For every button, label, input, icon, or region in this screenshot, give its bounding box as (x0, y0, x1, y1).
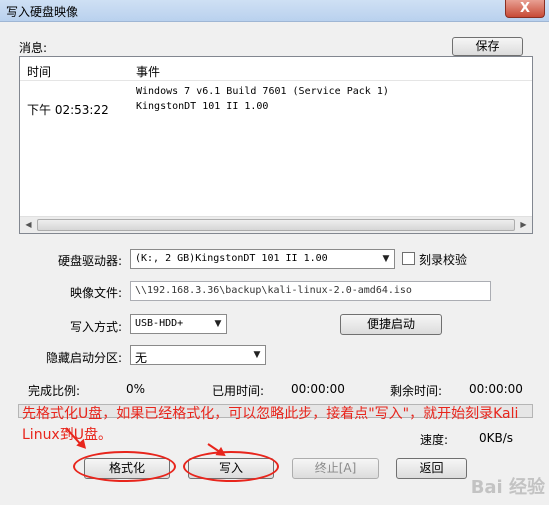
back-button[interactable]: 返回 (396, 458, 467, 479)
hidden-partition-label: 隐藏启动分区: (46, 351, 123, 365)
log-row-time: 下午 02:53:22 (27, 103, 109, 117)
quick-boot-button[interactable]: 便捷启动 (340, 314, 442, 335)
verify-checkbox[interactable] (402, 252, 415, 265)
chevron-down-icon[interactable]: ▼ (378, 250, 394, 268)
chevron-down-icon[interactable]: ▼ (210, 315, 226, 333)
percent-label: 完成比例: (28, 384, 81, 398)
drive-select[interactable]: (K:, 2 GB)KingstonDT 101 II 1.00 ▼ (130, 249, 395, 269)
elapsed-value: 00:00:00 (291, 382, 345, 396)
hidden-partition-select[interactable]: 无 ▼ (130, 345, 266, 365)
verify-label: 刻录校验 (419, 253, 468, 267)
image-file-value: \\192.168.3.36\backup\kali-linux-2.0-amd… (135, 285, 412, 296)
log-label: 消息: (19, 41, 48, 55)
write-disk-image-dialog: 写入硬盘映像 X 消息: 保存 时间 事件 Windows 7 v6.1 Bui… (0, 0, 549, 505)
write-method-value: USB-HDD+ (135, 318, 184, 329)
window-title: 写入硬盘映像 (6, 5, 79, 19)
image-file-label: 映像文件: (70, 286, 123, 300)
hidden-partition-value: 无 (135, 351, 148, 365)
scroll-left-icon[interactable]: ◀ (20, 217, 37, 233)
speed-value: 0KB/s (479, 431, 514, 445)
annotation-text: 先格式化U盘，如果已经格式化，可以忽略此步，接着点"写入"，就开始刻录Kali … (22, 406, 519, 443)
image-file-field[interactable]: \\192.168.3.36\backup\kali-linux-2.0-amd… (130, 281, 491, 301)
log-header: 时间 事件 (20, 57, 532, 81)
drive-label: 硬盘驱动器: (58, 254, 123, 268)
horizontal-scrollbar[interactable]: ◀ ▶ (20, 216, 532, 233)
elapsed-label: 已用时间: (212, 384, 265, 398)
annotation-circle-format (73, 451, 176, 482)
close-button[interactable]: X (505, 0, 545, 18)
speed-label: 速度: (420, 433, 449, 447)
remaining-value: 00:00:00 (469, 382, 523, 396)
scrollbar-thumb[interactable] (37, 219, 515, 231)
log-row-event: Windows 7 v6.1 Build 7601 (Service Pack … (136, 86, 389, 97)
title-bar: 写入硬盘映像 X (0, 0, 549, 22)
drive-value: (K:, 2 GB)KingstonDT 101 II 1.00 (135, 253, 328, 264)
percent-value: 0% (126, 382, 146, 396)
annotation-circle-write (183, 451, 279, 482)
scroll-right-icon[interactable]: ▶ (515, 217, 532, 233)
write-method-label: 写入方式: (70, 320, 123, 334)
write-method-select[interactable]: USB-HDD+ ▼ (130, 314, 227, 334)
watermark-logo: Bai 经验 (470, 477, 545, 498)
column-header-event[interactable]: 事件 (136, 63, 160, 80)
column-header-time[interactable]: 时间 (27, 63, 51, 80)
save-button[interactable]: 保存 (452, 37, 523, 56)
log-row-event: KingstonDT 101 II 1.00 (136, 101, 269, 112)
abort-button[interactable]: 终止[A] (292, 458, 379, 479)
log-list[interactable]: 时间 事件 Windows 7 v6.1 Build 7601 (Service… (19, 56, 533, 234)
chevron-down-icon[interactable]: ▼ (249, 346, 265, 364)
remaining-label: 剩余时间: (390, 384, 443, 398)
